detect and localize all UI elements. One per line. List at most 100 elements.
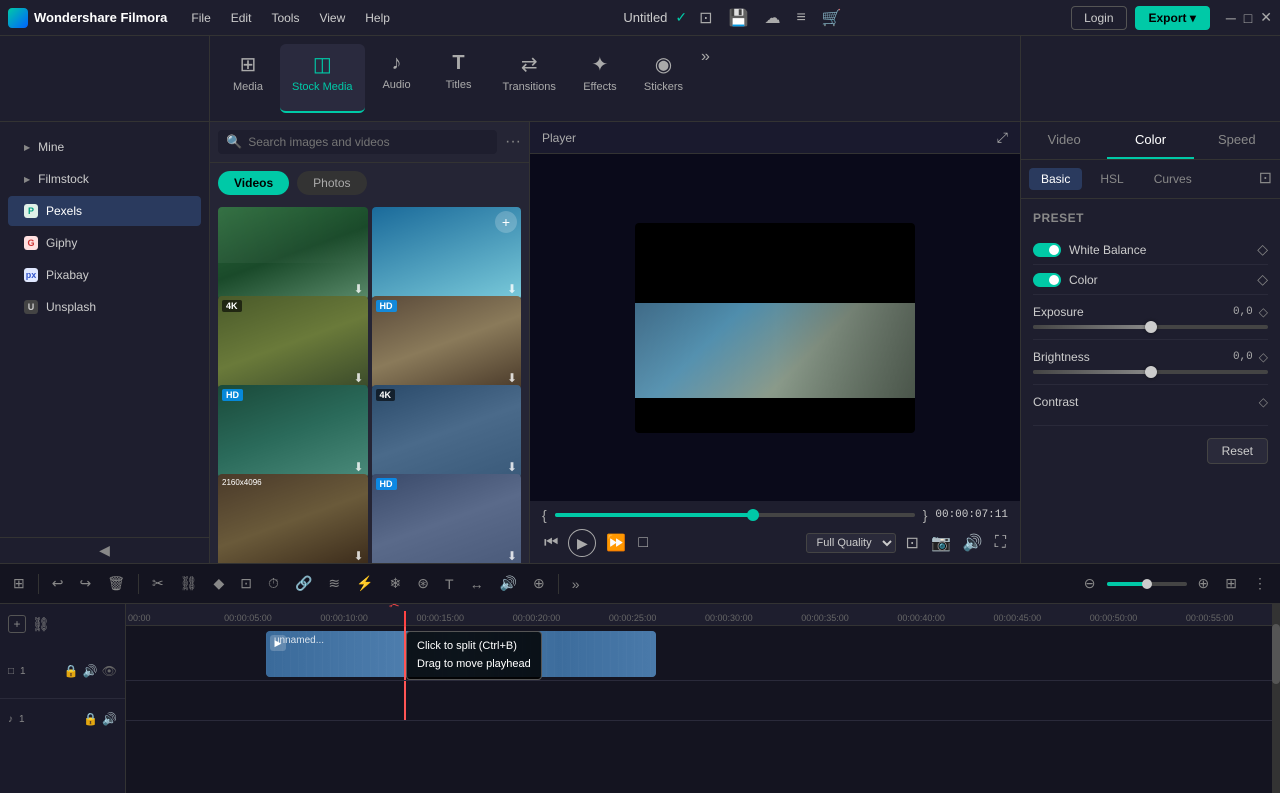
cloud-icon[interactable]: ☁ — [760, 6, 784, 30]
more-tools-button[interactable]: » — [567, 573, 585, 595]
toolbar-titles[interactable]: T Titles — [429, 44, 489, 113]
timeline-more-icon[interactable]: ⋮ — [1248, 572, 1272, 595]
toolbar-stock-media[interactable]: ◫ Stock Media — [280, 44, 365, 113]
timer-button[interactable]: ⏱ — [263, 572, 284, 595]
add-media-icon[interactable]: + — [495, 211, 517, 233]
link-snap-icon[interactable]: ⛓ — [32, 616, 50, 633]
cut-button[interactable]: ✂ — [147, 572, 169, 595]
mark-out-icon[interactable]: } — [923, 507, 928, 523]
menu-help[interactable]: Help — [357, 7, 398, 29]
toolbar-media[interactable]: ⊞ Media — [218, 44, 278, 113]
fullscreen-icon[interactable]: ⤢ — [997, 129, 1008, 146]
freeze-button[interactable]: ❄ — [385, 572, 407, 595]
search-input-wrap[interactable]: 🔍 — [218, 130, 497, 154]
brightness-thumb[interactable] — [1145, 366, 1157, 378]
transform-button[interactable]: ⊛ — [412, 572, 434, 595]
timeline-scrollbar[interactable] — [1272, 604, 1280, 793]
menu-more-icon[interactable]: ≡ — [792, 7, 809, 29]
redo-button[interactable]: ↪ — [74, 572, 96, 595]
audio-connect-button[interactable]: ⛓ — [175, 572, 203, 595]
list-item[interactable]: HD ⬇ — [218, 385, 368, 478]
stop-button[interactable]: □ — [636, 532, 650, 554]
scrollbar-thumb[interactable] — [1272, 624, 1280, 684]
zoom-out-button[interactable]: ⊖ — [1079, 572, 1101, 595]
delete-button[interactable]: 🗑 — [102, 572, 130, 595]
videos-tab[interactable]: Videos — [218, 171, 289, 195]
tab-speed[interactable]: Speed — [1194, 122, 1280, 159]
play-forward-button[interactable]: ⏩ — [604, 531, 628, 555]
list-item[interactable]: 2160x4096 ⬇ — [218, 474, 368, 563]
menu-tools[interactable]: Tools — [263, 7, 307, 29]
close-button[interactable]: ✕ — [1260, 9, 1272, 26]
list-item[interactable]: HD ⬇ — [372, 474, 522, 563]
white-balance-expand-icon[interactable]: ◇ — [1257, 241, 1268, 258]
login-button[interactable]: Login — [1071, 6, 1126, 30]
zoom-in-button[interactable]: ⊕ — [1193, 572, 1215, 595]
track-eye-icon[interactable]: 👁 — [102, 664, 117, 678]
export-button[interactable]: Export ▾ — [1135, 6, 1210, 30]
sidebar-collapse[interactable]: ◀ — [0, 537, 209, 563]
quality-select[interactable]: Full Quality 1/2 Quality 1/4 Quality — [806, 533, 896, 553]
toolbar-expand-icon[interactable]: » — [697, 44, 714, 113]
progress-thumb[interactable] — [747, 509, 759, 521]
list-item[interactable]: 4K ⬇ — [372, 385, 522, 478]
list-item[interactable]: HD ⬇ — [372, 296, 522, 389]
menu-view[interactable]: View — [311, 7, 353, 29]
grid-view-button[interactable]: ⊞ — [8, 572, 30, 595]
track-mute-icon[interactable]: 🔊 — [83, 664, 98, 678]
reset-button[interactable]: Reset — [1207, 438, 1268, 464]
fullscreen-button[interactable]: ⛶ — [993, 532, 1008, 554]
toolbar-transitions[interactable]: ⇄ Transitions — [491, 44, 568, 113]
keyframe-button[interactable]: ◆ — [209, 572, 230, 595]
sidebar-item-pexels[interactable]: P Pexels — [8, 196, 201, 226]
play-button[interactable]: ▶ — [568, 529, 596, 557]
list-item[interactable]: ⬇ — [218, 207, 368, 300]
exposure-thumb[interactable] — [1145, 321, 1157, 333]
sidebar-item-giphy[interactable]: G Giphy — [8, 228, 201, 258]
split-audio-button[interactable]: ≋ — [323, 572, 345, 595]
volume-button[interactable]: 🔊 — [495, 572, 522, 595]
search-more-icon[interactable]: ··· — [505, 133, 521, 151]
text-button[interactable]: T — [440, 573, 459, 595]
sidebar-item-pixabay[interactable]: px Pixabay — [8, 260, 201, 290]
monitor-icon[interactable]: ⊡ — [695, 6, 716, 30]
contrast-reset-icon[interactable]: ◇ — [1259, 395, 1268, 409]
save-button[interactable]: 💾 — [725, 6, 753, 30]
undo-button[interactable]: ↩ — [47, 572, 69, 595]
cart-icon[interactable]: 🛒 — [818, 6, 846, 30]
sidebar-item-unsplash[interactable]: U Unsplash — [8, 292, 201, 322]
list-item[interactable]: 4K ⬇ — [218, 296, 368, 389]
skip-back-button[interactable]: ⏮ — [542, 532, 560, 554]
audio-button[interactable]: 🔊 — [961, 531, 985, 555]
crop-button[interactable]: ⊡ — [235, 572, 257, 595]
brightness-reset-icon[interactable]: ◇ — [1259, 350, 1268, 364]
sidebar-item-filmstock[interactable]: ▶ Filmstock — [8, 164, 201, 194]
toolbar-stickers[interactable]: ◉ Stickers — [632, 44, 695, 113]
menu-file[interactable]: File — [183, 7, 218, 29]
zoom-slider[interactable] — [1107, 582, 1187, 586]
color-toggle[interactable] — [1033, 273, 1061, 287]
exposure-reset-icon[interactable]: ◇ — [1259, 305, 1268, 319]
tab-video[interactable]: Video — [1021, 122, 1107, 159]
mark-in-icon[interactable]: { — [542, 507, 547, 523]
pip-button[interactable]: ⊡ — [904, 531, 921, 555]
speed-button[interactable]: ⚡ — [351, 572, 378, 595]
track-lock-icon[interactable]: 🔒 — [64, 664, 79, 678]
add-track-icon[interactable]: + — [8, 615, 26, 633]
save-preset-icon[interactable]: ⊡ — [1259, 168, 1272, 190]
audio-stretch-button[interactable]: ↔ — [465, 573, 489, 595]
auto-beat-button[interactable]: ⊕ — [528, 572, 550, 595]
audio-lock-icon[interactable]: 🔒 — [83, 712, 98, 726]
collapse-icon[interactable]: ◀ — [99, 542, 110, 559]
sidebar-item-mine[interactable]: ▶ Mine — [8, 132, 201, 162]
tab-color[interactable]: Color — [1107, 122, 1193, 159]
photos-tab[interactable]: Photos — [297, 171, 366, 195]
link-button[interactable]: 🔗 — [290, 572, 317, 595]
list-item[interactable]: + ⬇ — [372, 207, 522, 300]
exposure-slider[interactable] — [1033, 325, 1268, 329]
toolbar-effects[interactable]: ✦ Effects — [570, 44, 630, 113]
toolbar-audio[interactable]: ♪ Audio — [367, 44, 427, 113]
color-expand-icon[interactable]: ◇ — [1257, 271, 1268, 288]
white-balance-toggle[interactable] — [1033, 243, 1061, 257]
maximize-button[interactable]: □ — [1244, 9, 1252, 26]
